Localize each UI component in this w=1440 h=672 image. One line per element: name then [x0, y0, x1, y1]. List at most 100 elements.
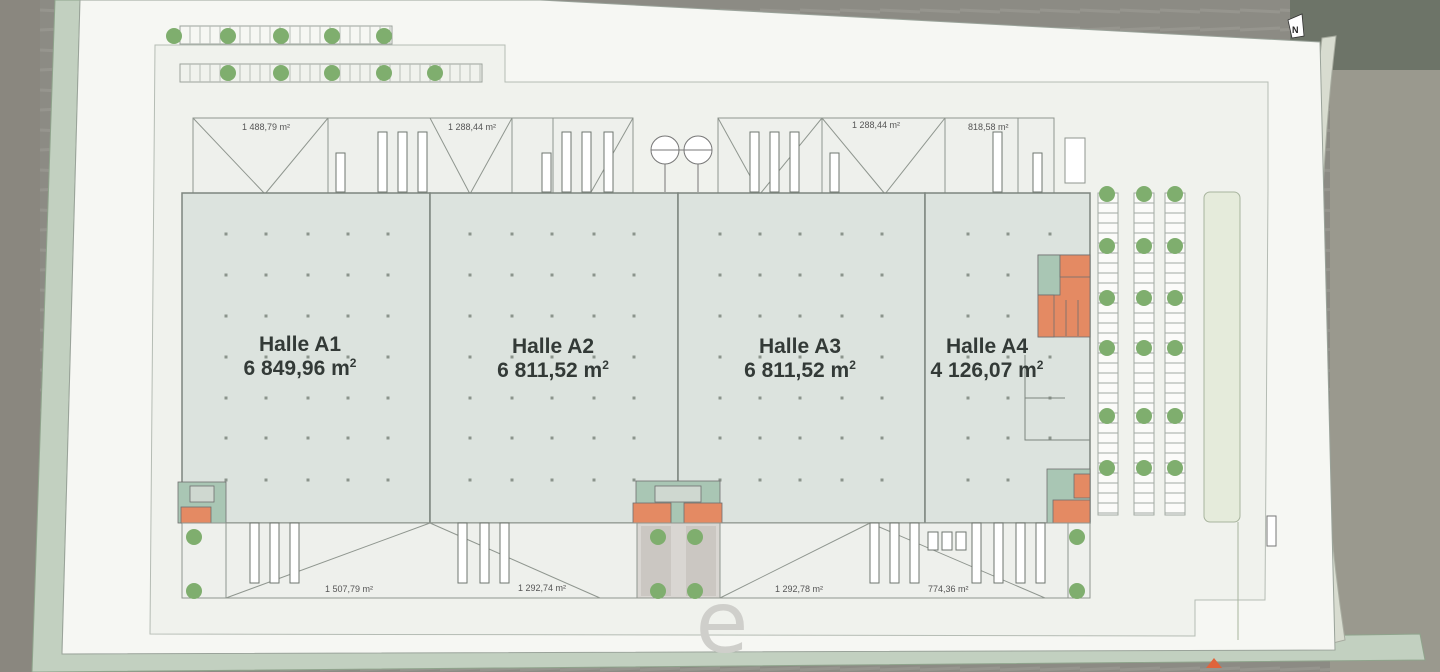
column-marker	[306, 273, 310, 277]
column-marker	[468, 232, 472, 236]
column-marker	[798, 314, 802, 318]
loading-dock	[417, 131, 428, 193]
hall-a2-label: Halle A2 6 811,52 m2	[497, 335, 609, 382]
column-marker	[264, 478, 268, 482]
loading-dock	[829, 152, 840, 193]
column-marker	[1006, 478, 1010, 482]
loading-dock	[869, 522, 880, 584]
tree-icon	[1167, 460, 1183, 476]
column-marker	[224, 478, 228, 482]
column-marker	[550, 273, 554, 277]
column-marker	[966, 478, 970, 482]
loading-dock	[603, 131, 614, 193]
tree-icon	[324, 65, 340, 81]
loading-dock	[335, 152, 346, 193]
column-marker	[840, 232, 844, 236]
column-marker	[632, 314, 636, 318]
tree-icon	[220, 65, 236, 81]
column-marker	[468, 436, 472, 440]
column-marker	[840, 436, 844, 440]
loading-dock	[561, 131, 572, 193]
column-marker	[718, 436, 722, 440]
column-marker	[346, 436, 350, 440]
column-marker	[592, 478, 596, 482]
hall-name: Halle A4	[946, 335, 1028, 358]
column-marker	[386, 478, 390, 482]
tree-icon	[1136, 408, 1152, 424]
column-marker	[510, 396, 514, 400]
tree-icon	[650, 529, 666, 545]
column-marker	[550, 314, 554, 318]
office-a2-a3-south	[632, 480, 723, 524]
tree-icon	[1167, 186, 1183, 202]
tree-icon	[1099, 460, 1115, 476]
loading-dock	[457, 522, 468, 584]
loading-dock	[397, 131, 408, 193]
column-marker	[880, 436, 884, 440]
column-marker	[1048, 355, 1052, 359]
loading-dock	[909, 522, 920, 584]
loading-dock	[789, 131, 800, 193]
hall-name: Halle A2	[512, 335, 594, 358]
loading-dock	[479, 522, 490, 584]
column-marker	[798, 436, 802, 440]
column-marker	[632, 436, 636, 440]
column-marker	[798, 478, 802, 482]
column-marker	[386, 314, 390, 318]
column-marker	[632, 478, 636, 482]
column-marker	[550, 436, 554, 440]
loading-dock	[955, 531, 967, 551]
column-marker	[264, 436, 268, 440]
tree-icon	[1167, 340, 1183, 356]
column-marker	[224, 436, 228, 440]
tree-icon	[273, 65, 289, 81]
column-marker	[880, 478, 884, 482]
tree-icon	[1099, 186, 1115, 202]
loading-dock	[377, 131, 388, 193]
column-marker	[966, 396, 970, 400]
column-marker	[386, 436, 390, 440]
loading-dock	[499, 522, 510, 584]
column-marker	[592, 314, 596, 318]
column-marker	[264, 396, 268, 400]
south-area-label-1: 1 507,79 m²	[325, 584, 373, 594]
tree-icon	[324, 28, 340, 44]
hall-name: Halle A3	[759, 335, 841, 358]
column-marker	[718, 314, 722, 318]
column-marker	[306, 478, 310, 482]
column-marker	[386, 273, 390, 277]
column-marker	[510, 436, 514, 440]
loading-dock	[289, 522, 300, 584]
tree-icon	[1167, 408, 1183, 424]
hall-a3-label: Halle A3 6 811,52 m2	[744, 335, 856, 382]
tree-icon	[186, 529, 202, 545]
loading-dock	[269, 522, 280, 584]
watermark-logo: e	[696, 573, 749, 672]
loading-dock	[769, 131, 780, 193]
column-marker	[264, 232, 268, 236]
column-marker	[840, 478, 844, 482]
tree-icon	[1069, 583, 1085, 599]
loading-dock	[927, 531, 939, 551]
column-marker	[306, 314, 310, 318]
north-area-label-3: 1 288,44 m²	[852, 120, 900, 130]
column-marker	[346, 232, 350, 236]
column-marker	[966, 232, 970, 236]
hall-area: 4 126,07 m2	[931, 358, 1044, 382]
bike-lane-strip	[1203, 191, 1241, 523]
south-area-label-3: 1 292,78 m²	[775, 584, 823, 594]
column-marker	[1006, 273, 1010, 277]
column-marker	[346, 273, 350, 277]
column-marker	[632, 232, 636, 236]
office-a4-east	[1037, 254, 1091, 338]
column-marker	[798, 232, 802, 236]
north-area-label-1: 1 488,79 m²	[242, 122, 290, 132]
loading-dock	[1015, 522, 1026, 584]
hall-area: 6 811,52 m2	[744, 358, 856, 382]
south-area-label-2: 1 292,74 m²	[518, 583, 566, 593]
column-marker	[1006, 232, 1010, 236]
column-marker	[880, 396, 884, 400]
office-a1-south	[177, 481, 227, 524]
column-marker	[798, 273, 802, 277]
south-area-label-4: 774,36 m²	[928, 584, 969, 594]
